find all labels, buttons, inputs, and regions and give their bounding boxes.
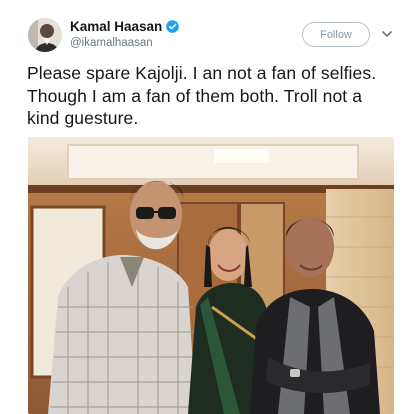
follow-button[interactable]: Follow xyxy=(302,22,370,47)
tweet-text-line: kind guesture. xyxy=(27,108,139,128)
tweet-card: Kamal Haasan @ikamalhaasan Follow Please… xyxy=(0,0,414,414)
group-selfie-image xyxy=(28,137,394,414)
tweet-text: Please spare Kajolji. I an not a fan of … xyxy=(27,62,399,130)
tweet-photo[interactable] xyxy=(28,137,394,414)
chevron-down-icon[interactable] xyxy=(381,28,393,40)
author-handle[interactable]: @ikamalhaasan xyxy=(70,37,179,49)
tweet-text-line: Please spare Kajolji. I an not a fan of … xyxy=(27,63,377,83)
author-display-name[interactable]: Kamal Haasan xyxy=(70,19,162,34)
author-avatar[interactable] xyxy=(28,18,62,52)
author-name-row: Kamal Haasan xyxy=(70,19,180,34)
author-info: Kamal Haasan @ikamalhaasan xyxy=(70,19,180,49)
verified-badge-icon xyxy=(166,20,180,33)
tweet-text-line: Though I am a fan of them both. Troll no… xyxy=(27,85,363,106)
avatar-photo-icon xyxy=(28,18,62,52)
